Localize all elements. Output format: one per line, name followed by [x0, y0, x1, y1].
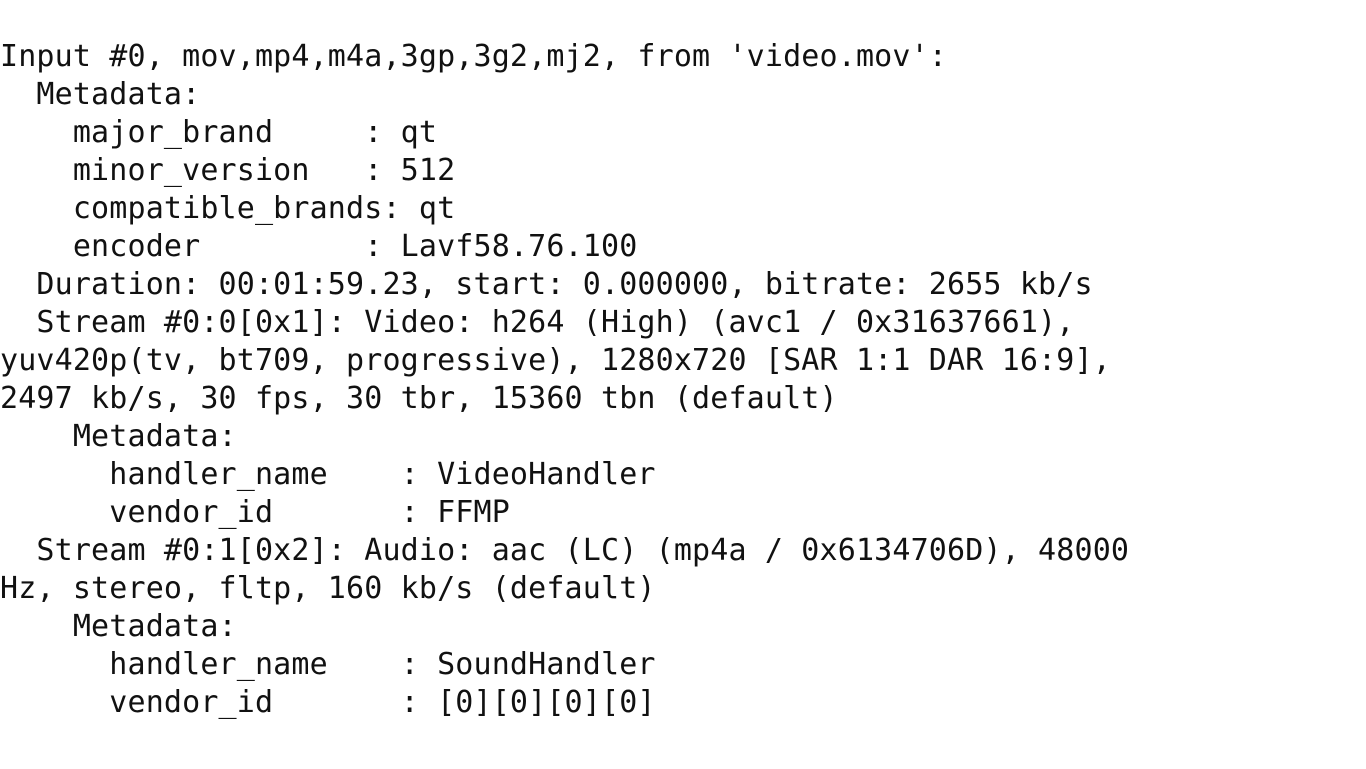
terminal-line: compatible_brands: qt: [0, 191, 456, 226]
terminal-line: Stream #0:0[0x1]: Video: h264 (High) (av…: [0, 305, 1075, 340]
terminal-line: Metadata:: [0, 419, 237, 454]
terminal-line: Metadata:: [0, 609, 237, 644]
terminal-line: minor_version : 512: [0, 153, 456, 188]
terminal-line: Metadata:: [0, 77, 201, 112]
terminal-line: Input #0, mov,mp4,m4a,3gp,3g2,mj2, from …: [0, 39, 947, 74]
terminal-line: handler_name : SoundHandler: [0, 647, 656, 682]
terminal-line: Stream #0:1[0x2]: Audio: aac (LC) (mp4a …: [0, 533, 1130, 568]
terminal-line: vendor_id : FFMP: [0, 495, 510, 530]
terminal-line: yuv420p(tv, bt709, progressive), 1280x72…: [0, 343, 1111, 378]
terminal-line: handler_name : VideoHandler: [0, 457, 656, 492]
terminal-output[interactable]: Input #0, mov,mp4,m4a,3gp,3g2,mj2, from …: [0, 30, 1366, 769]
terminal-line: Hz, stereo, fltp, 160 kb/s (default): [0, 571, 656, 606]
terminal-line: Duration: 00:01:59.23, start: 0.000000, …: [0, 267, 1093, 302]
terminal-line: encoder : Lavf58.76.100: [0, 229, 638, 264]
terminal-line: major_brand : qt: [0, 115, 438, 150]
terminal-line: 2497 kb/s, 30 fps, 30 tbr, 15360 tbn (de…: [0, 381, 838, 416]
terminal-line: vendor_id : [0][0][0][0]: [0, 685, 656, 720]
